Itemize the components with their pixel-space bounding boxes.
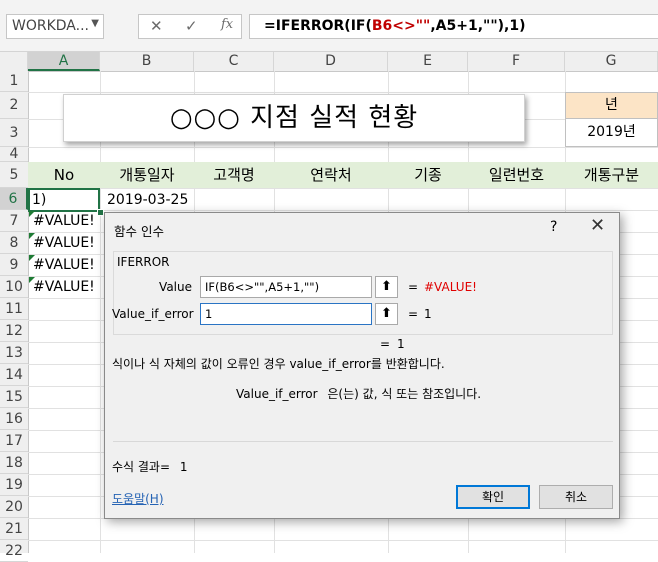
row-header-15[interactable]: 15 bbox=[0, 386, 28, 408]
formula-result-value: 1 bbox=[179, 460, 188, 474]
header-customer[interactable]: 고객명 bbox=[194, 162, 274, 188]
cancel-button[interactable]: 취소 bbox=[539, 485, 613, 509]
column-header-b[interactable]: B bbox=[100, 52, 194, 71]
table-header-row: No 개통일자 고객명 연락처 기종 일련번호 개통구분 bbox=[28, 162, 658, 188]
formula-part-2: B6<>"" bbox=[371, 18, 431, 34]
row-header-21[interactable]: 21 bbox=[0, 518, 28, 540]
row-header-7[interactable]: 7 bbox=[0, 210, 28, 232]
row-header-12[interactable]: 12 bbox=[0, 320, 28, 342]
arg-result-value: #VALUE! bbox=[424, 280, 477, 294]
year-value-cell[interactable]: 2019년 bbox=[565, 119, 658, 147]
row-header-16[interactable]: 16 bbox=[0, 408, 28, 430]
cell-b6[interactable]: 2019-03-25 bbox=[107, 189, 188, 211]
enter-icon[interactable]: ✓ bbox=[185, 17, 198, 35]
arg-label-value-if-error: Value_if_error bbox=[112, 307, 194, 321]
function-arguments-dialog: 함수 인수 ? ✕ IFERROR Value IF(B6<>"",A5+1,"… bbox=[104, 212, 620, 519]
header-date[interactable]: 개통일자 bbox=[100, 162, 194, 188]
name-box-value: WORKDA... bbox=[12, 18, 89, 34]
row-header-13[interactable]: 13 bbox=[0, 342, 28, 364]
row-header-17[interactable]: 17 bbox=[0, 430, 28, 452]
row-header-1[interactable]: 1 bbox=[0, 71, 28, 92]
argument-description-text: 은(는) 값, 식 또는 참조입니다. bbox=[327, 387, 482, 401]
formula-buttons: ✕ ✓ fx bbox=[138, 14, 242, 39]
function-description: 식이나 식 자체의 값이 오류인 경우 value_if_error를 반환합니… bbox=[112, 357, 445, 371]
row-header-6[interactable]: 6 bbox=[0, 188, 28, 210]
function-result: 1 bbox=[397, 337, 405, 351]
row-headers: 1 2 3 4 5 6 7 8 9 10 11 12 13 14 15 16 1… bbox=[0, 71, 29, 562]
equals-sign: = bbox=[408, 307, 419, 321]
ok-button[interactable]: 확인 bbox=[456, 485, 530, 509]
cell-a7[interactable]: #VALUE! bbox=[33, 210, 95, 232]
gridline bbox=[28, 540, 658, 541]
column-header-g[interactable]: G bbox=[565, 52, 658, 71]
row-header-18[interactable]: 18 bbox=[0, 452, 28, 474]
formula-input[interactable]: =IFERROR(IF(B6<>"",A5+1,""),1) bbox=[249, 14, 658, 39]
header-type[interactable]: 개통구분 bbox=[565, 162, 658, 188]
arg-input-value-if-error[interactable]: 1 bbox=[200, 303, 372, 325]
row-header-20[interactable]: 20 bbox=[0, 496, 28, 518]
header-serial[interactable]: 일련번호 bbox=[468, 162, 565, 188]
gridline bbox=[28, 92, 658, 93]
row-header-5[interactable]: 5 bbox=[0, 162, 28, 188]
gridline bbox=[28, 147, 658, 148]
cancel-icon[interactable]: ✕ bbox=[150, 17, 163, 35]
row-header-8[interactable]: 8 bbox=[0, 232, 28, 254]
column-headers: A B C D E F G bbox=[0, 52, 658, 72]
column-header-f[interactable]: F bbox=[468, 52, 565, 71]
sheet-title-shape[interactable]: ○○○ 지점 실적 현황 bbox=[63, 94, 525, 142]
cell-a10[interactable]: #VALUE! bbox=[33, 276, 95, 298]
gridline bbox=[100, 71, 101, 553]
divider bbox=[113, 441, 613, 442]
formula-result-label: 수식 결과= bbox=[112, 460, 171, 474]
formula-part-3: ,A5+1,"") bbox=[430, 18, 505, 34]
column-header-c[interactable]: C bbox=[194, 52, 274, 71]
fill-handle[interactable] bbox=[97, 209, 104, 216]
header-contact[interactable]: 연락처 bbox=[274, 162, 388, 188]
formula-part-1: =IFERROR(IF( bbox=[264, 18, 372, 34]
equals-sign: = bbox=[408, 280, 419, 294]
help-link[interactable]: 도움말(H) bbox=[112, 490, 164, 507]
row-header-2[interactable]: 2 bbox=[0, 92, 28, 119]
row-header-10[interactable]: 10 bbox=[0, 276, 28, 298]
row-header-4[interactable]: 4 bbox=[0, 147, 28, 162]
year-header-cell[interactable]: 년 bbox=[565, 92, 658, 119]
argument-description: Value_if_error 은(는) 값, 식 또는 참조입니다. bbox=[236, 385, 481, 402]
header-model[interactable]: 기종 bbox=[388, 162, 468, 188]
argument-description-name: Value_if_error bbox=[236, 387, 318, 401]
row-header-9[interactable]: 9 bbox=[0, 254, 28, 276]
formula-result: 수식 결과= 1 bbox=[112, 458, 188, 475]
cell-a8[interactable]: #VALUE! bbox=[33, 232, 95, 254]
formula-part-4: ,1) bbox=[504, 18, 526, 34]
row-header-22[interactable]: 22 bbox=[0, 540, 28, 562]
name-box[interactable]: WORKDA... ▼ bbox=[6, 14, 104, 39]
formula-bar: WORKDA... ▼ ✕ ✓ fx =IFERROR(IF(B6<>"",A5… bbox=[0, 0, 658, 52]
collapse-dialog-icon[interactable]: ⬆ bbox=[375, 303, 398, 325]
header-no[interactable]: No bbox=[28, 162, 100, 188]
cell-a9[interactable]: #VALUE! bbox=[33, 254, 95, 276]
active-cell-outline bbox=[28, 188, 100, 212]
column-header-e[interactable]: E bbox=[388, 52, 468, 71]
function-name: IFERROR bbox=[117, 255, 170, 269]
dialog-title: 함수 인수 bbox=[114, 224, 164, 239]
equals-sign: = bbox=[380, 337, 391, 351]
row-header-3[interactable]: 3 bbox=[0, 119, 28, 147]
arg-result-value-if-error: 1 bbox=[424, 307, 432, 321]
insert-function-icon[interactable]: fx bbox=[221, 17, 233, 32]
column-header-a[interactable]: A bbox=[28, 52, 100, 71]
select-all-corner[interactable] bbox=[0, 52, 28, 71]
row-header-11[interactable]: 11 bbox=[0, 298, 28, 320]
close-icon[interactable]: ✕ bbox=[590, 215, 605, 236]
row-header-19[interactable]: 19 bbox=[0, 474, 28, 496]
arg-label-value: Value bbox=[159, 280, 192, 294]
arg-input-value[interactable]: IF(B6<>"",A5+1,"") bbox=[200, 276, 372, 298]
column-header-d[interactable]: D bbox=[274, 52, 388, 71]
help-icon[interactable]: ? bbox=[550, 219, 557, 235]
row-header-14[interactable]: 14 bbox=[0, 364, 28, 386]
collapse-dialog-icon[interactable]: ⬆ bbox=[375, 276, 398, 298]
chevron-down-icon[interactable]: ▼ bbox=[91, 18, 99, 29]
